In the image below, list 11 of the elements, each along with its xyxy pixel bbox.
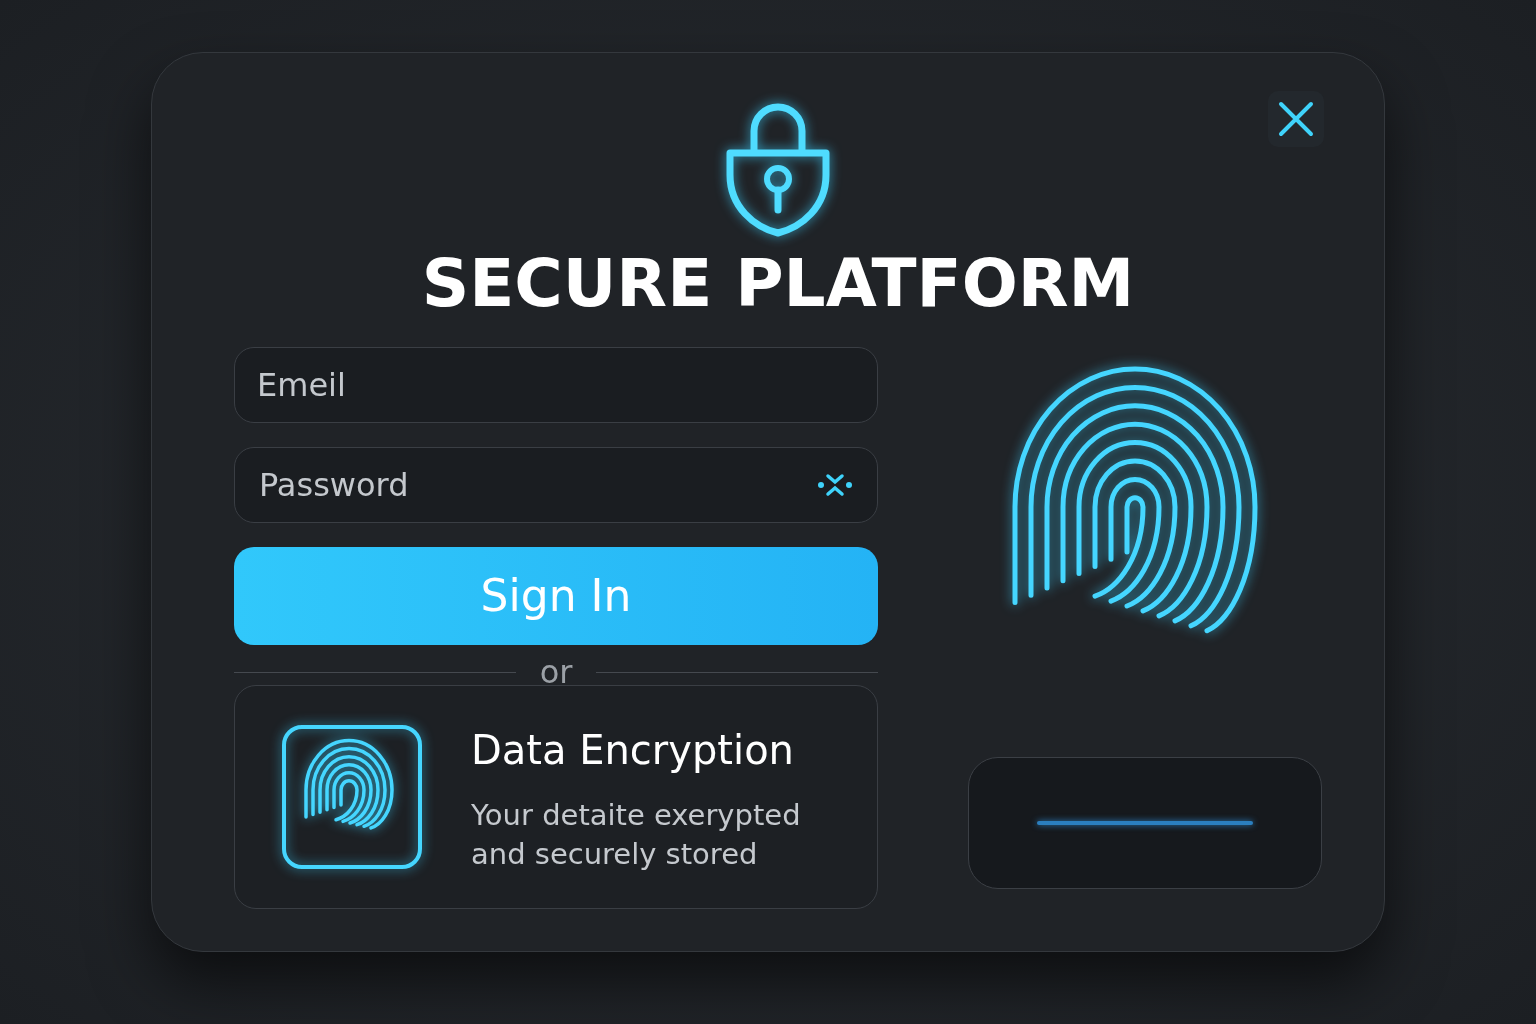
- close-button[interactable]: [1268, 91, 1324, 147]
- fingerprint-icon: [281, 724, 423, 870]
- divider-label: or: [539, 656, 573, 688]
- close-icon: [1277, 100, 1315, 138]
- encryption-title: Data Encryption: [471, 725, 795, 775]
- email-field[interactable]: Emeil: [234, 347, 878, 423]
- encryption-description: Your detaite exerypted and securely stored: [471, 796, 802, 873]
- app-title: SECURE PLATFORM: [420, 251, 1136, 317]
- password-input[interactable]: Password: [257, 448, 815, 522]
- sign-in-button[interactable]: Sign In: [234, 547, 878, 645]
- password-field[interactable]: Password: [234, 447, 878, 523]
